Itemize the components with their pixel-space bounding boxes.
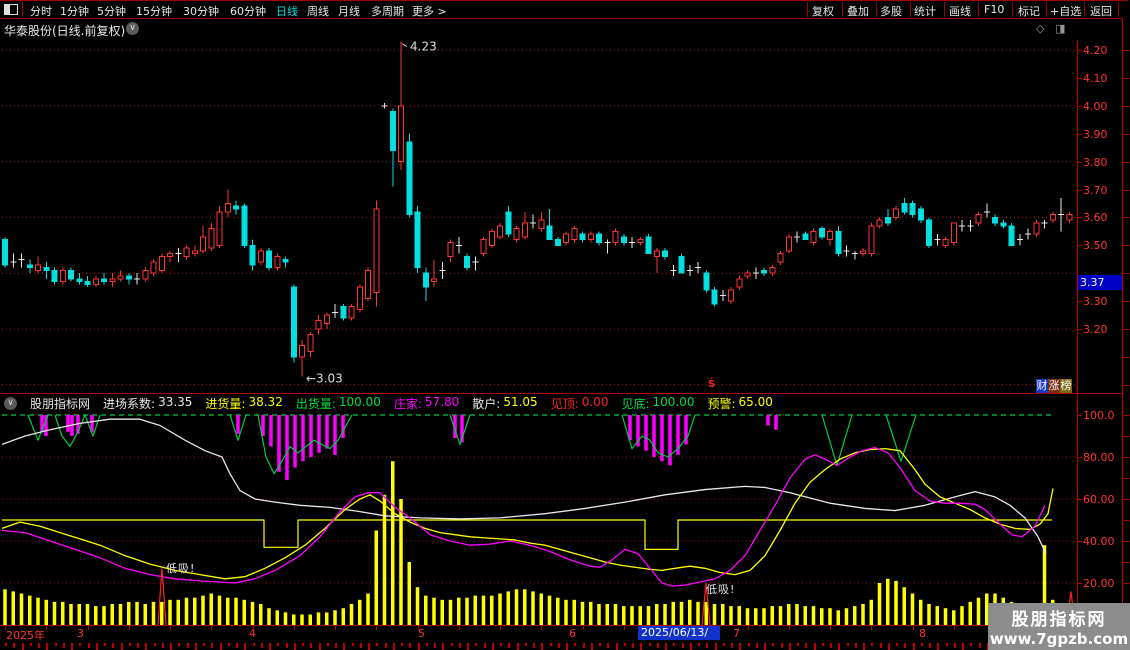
- dixi-buy-label: 低吸!: [166, 562, 196, 575]
- tool-button-9[interactable]: 返回: [1090, 3, 1112, 19]
- price-axis-label: 3.20: [1083, 323, 1108, 336]
- price-axis-label: 4.00: [1083, 99, 1108, 113]
- indicator-field-3: 出货量: 100.00: [296, 395, 381, 412]
- price-axis-label: 3.80: [1083, 155, 1108, 169]
- field-value: 65.00: [738, 394, 773, 409]
- indicator-field-4: 庄家: 57.80: [394, 395, 459, 412]
- board-char: 财: [1036, 379, 1048, 393]
- price-axis-label: 3.60: [1083, 211, 1108, 225]
- right-scroll-strip[interactable]: [1122, 18, 1130, 650]
- month-label: 8: [919, 627, 926, 640]
- chevron-down-icon[interactable]: ∨: [4, 396, 17, 410]
- indicator-chart[interactable]: [0, 0, 1077, 626]
- board-char: 榜: [1060, 379, 1072, 393]
- field-label: 见顶:: [550, 396, 579, 411]
- indicator-field-5: 散户: 51.05: [472, 395, 537, 412]
- field-label: 出货量:: [295, 396, 336, 411]
- indicator-field-1: 进场系数: 33.35: [103, 395, 192, 412]
- sell-signal-marker: Ṡ: [708, 379, 716, 390]
- field-label: 庄家:: [393, 396, 422, 411]
- watermark: 股朋指标网 www.7gpzb.com: [988, 603, 1130, 650]
- dixi-buy-label: 低吸!: [706, 583, 736, 596]
- stock-app-window: 分时 1分钟 5分钟 15分钟 30分钟 60分钟 日线 周线 月线 多周期 更多 > 复权 叠加 多股…: [0, 0, 1130, 650]
- watermark-url: www.7gpzb.com: [989, 630, 1129, 648]
- price-axis-label: 3.50: [1083, 239, 1108, 253]
- indicator-field-6: 见顶: 0.00: [551, 395, 609, 412]
- price-axis-label: 4.10: [1083, 71, 1108, 85]
- field-value: 0.00: [581, 394, 609, 409]
- divider: [1118, 2, 1119, 17]
- field-value: 100.00: [652, 394, 695, 409]
- indicator-field-7: 见底: 100.00: [621, 395, 694, 412]
- indicator-axis-label: 40.00: [1083, 535, 1115, 548]
- field-label: 见底:: [621, 396, 650, 411]
- month-label: 6: [569, 627, 576, 640]
- field-value: 57.80: [424, 394, 460, 409]
- board-char: 涨: [1048, 379, 1060, 393]
- current-price-tag: 3.37: [1078, 274, 1124, 290]
- indicator-axis-label: 100.0: [1083, 409, 1115, 422]
- bottom-mini-panel: [0, 641, 1077, 650]
- price-axis-label: 4.20: [1083, 44, 1108, 57]
- price-axis: 4.20 4.10 4.00 3.90 3.80 3.70 3.60 3.50 3.30 3.20…: [1077, 40, 1124, 640]
- month-label: 7: [733, 627, 740, 640]
- hot-board-badge[interactable]: 财涨榜: [1036, 379, 1072, 393]
- divider: [1084, 2, 1085, 17]
- field-label: 散户:: [472, 396, 501, 411]
- watermark-site: 股朋指标网: [1011, 610, 1107, 630]
- field-label: 预警:: [707, 396, 736, 411]
- indicator-header: ∨ 股朋指标网 进场系数: 33.35 进货量: 38.32 出货量: 100.00 庄家:…: [0, 394, 1080, 412]
- indicator-field-8: 预警: 65.00: [708, 395, 773, 412]
- indicator-site-label: 股朋指标网: [30, 396, 91, 411]
- indicator-axis-label: 80.00: [1083, 451, 1115, 464]
- field-label: 进场系数:: [103, 396, 156, 411]
- selected-date-tag: 2025/06/13/五: [638, 626, 720, 650]
- field-value: 51.05: [503, 394, 538, 409]
- field-value: 33.35: [158, 394, 193, 409]
- price-axis-label: 3.30: [1083, 295, 1108, 309]
- indicator-field-2: 进货量: 38.32: [205, 395, 282, 412]
- price-axis-label: 3.70: [1083, 183, 1108, 197]
- field-value: 38.32: [248, 394, 283, 409]
- field-label: 进货量:: [205, 396, 246, 411]
- month-label: 5: [418, 627, 425, 640]
- month-label: 3: [77, 627, 84, 640]
- indicator-axis-label: 20.00: [1083, 577, 1115, 590]
- indicator-axis-label: 60.00: [1083, 493, 1115, 506]
- price-axis-label: 3.90: [1083, 127, 1108, 141]
- field-value: 100.00: [338, 394, 381, 409]
- date-axis: 2025年3456782025/06/13/五: [0, 625, 1077, 650]
